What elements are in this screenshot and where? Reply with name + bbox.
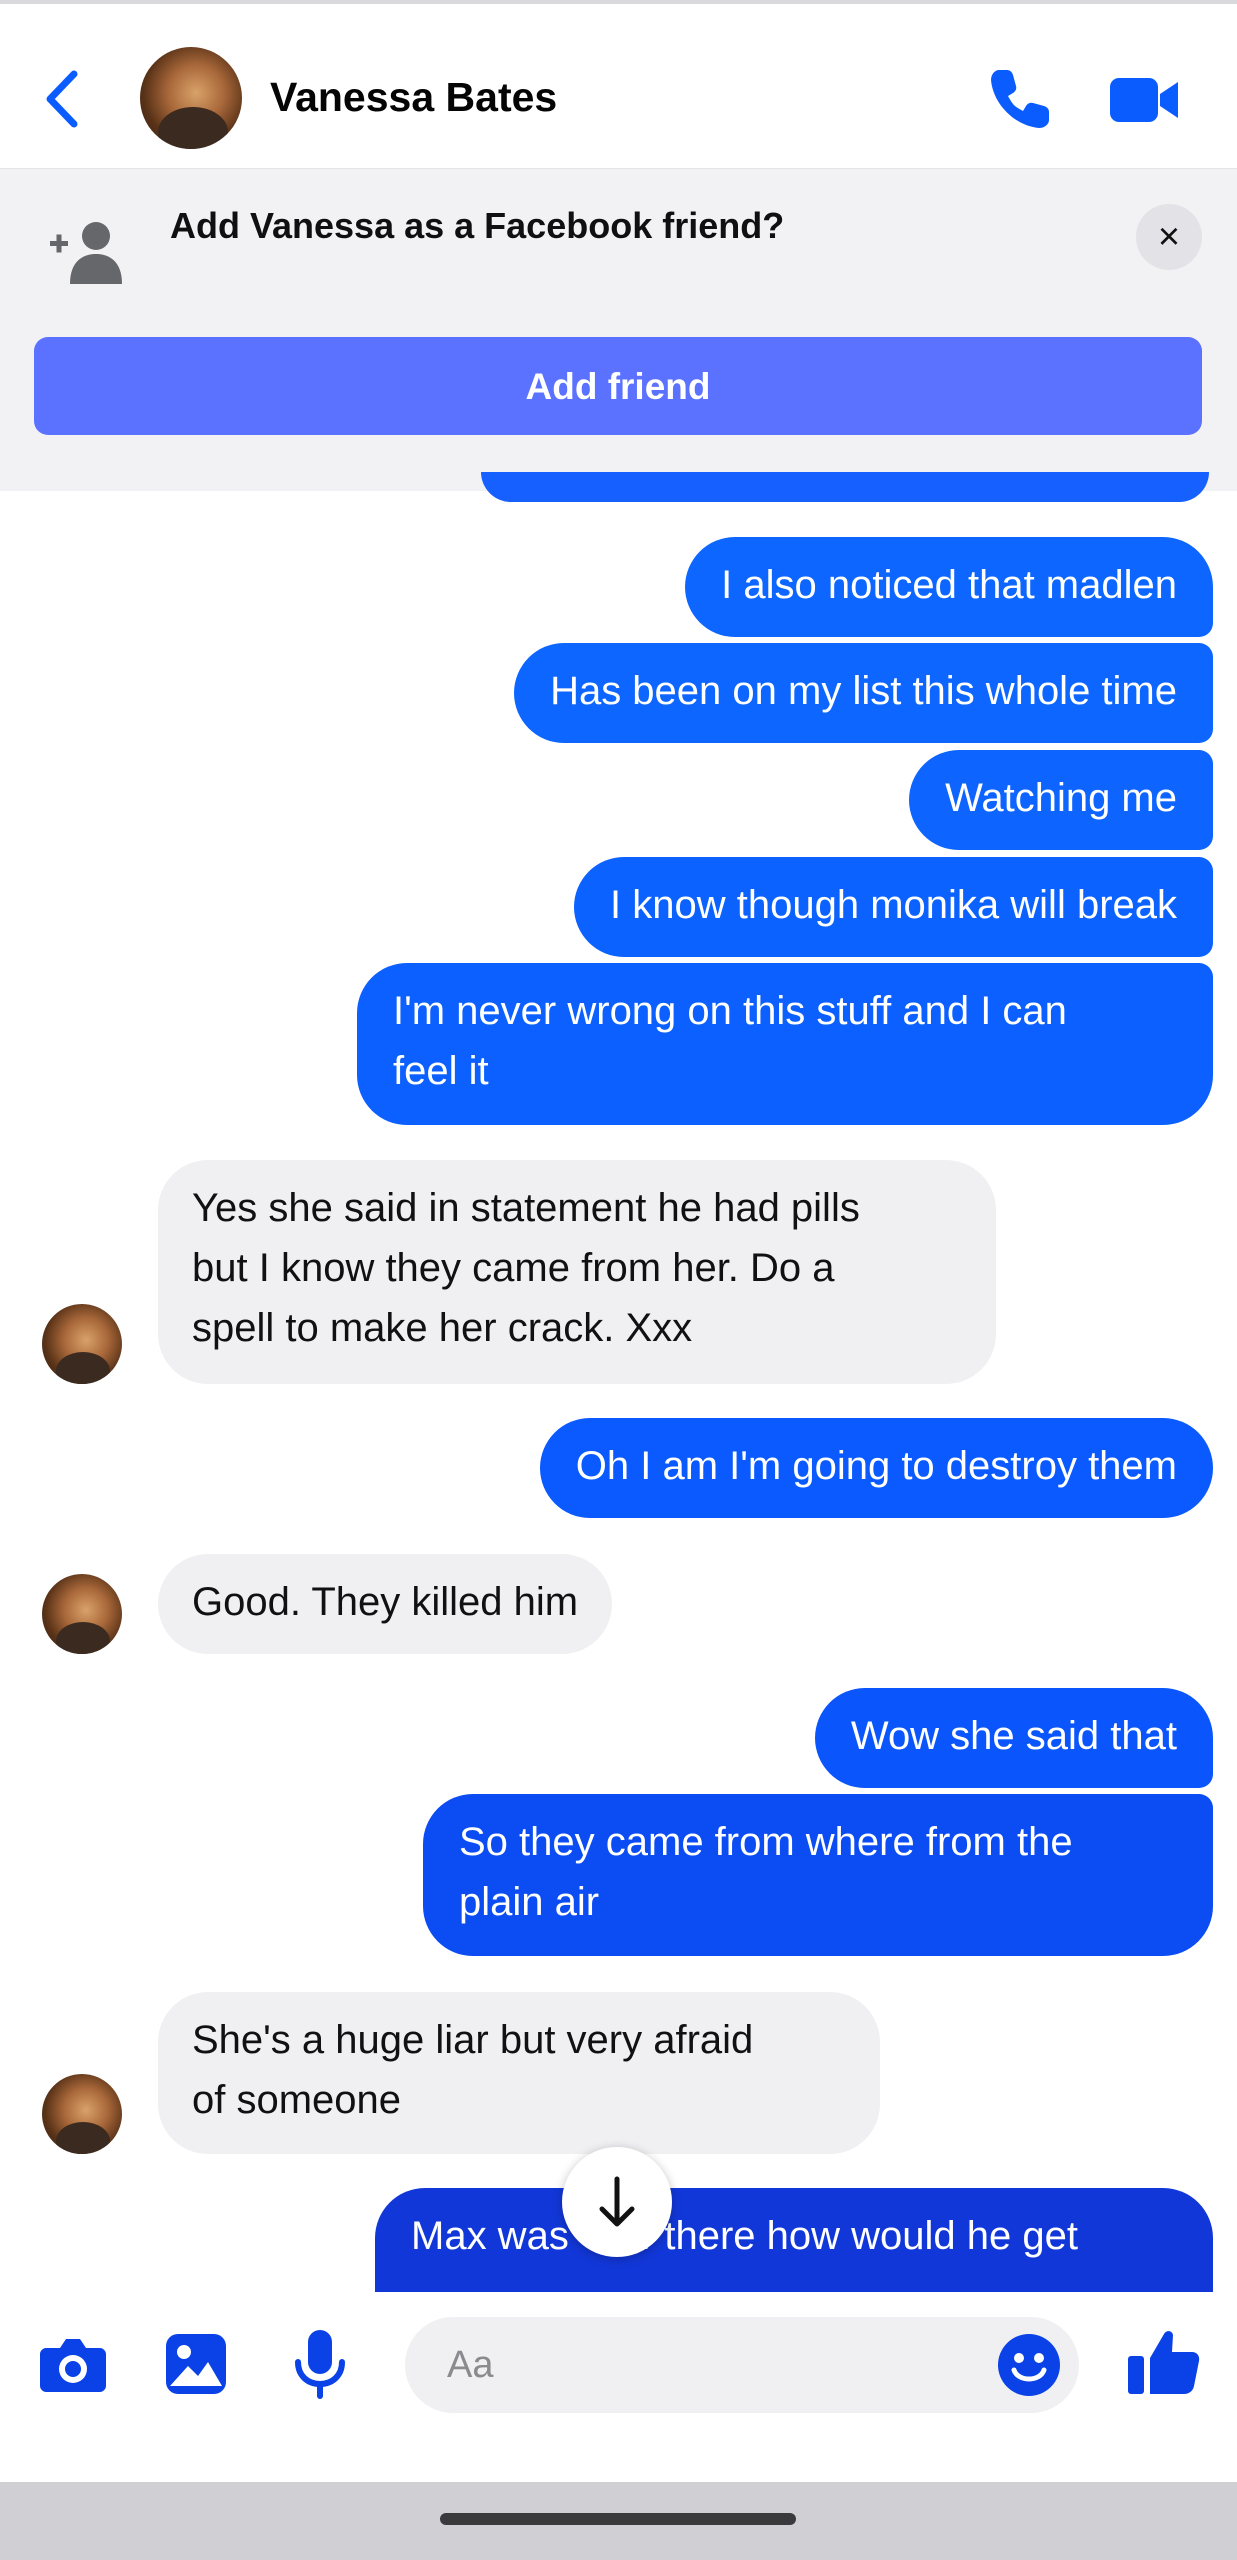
message-line: I'm never wrong on this stuff and I can xyxy=(393,989,1067,1033)
message-input[interactable] xyxy=(405,2317,1079,2413)
incoming-message[interactable]: She's a huge liar but very afraid of som… xyxy=(158,1992,880,2154)
outgoing-message[interactable]: Has been on my list this whole time xyxy=(514,643,1213,743)
outgoing-message[interactable]: I'm never wrong on this stuff and I can … xyxy=(357,963,1213,1125)
message-line: feel it xyxy=(393,1049,489,1093)
photo-icon[interactable] xyxy=(164,2332,228,2396)
back-chevron-icon[interactable] xyxy=(38,64,88,134)
add-person-icon xyxy=(50,222,122,284)
contact-avatar[interactable] xyxy=(42,1304,122,1384)
outgoing-message[interactable]: Wow she said that xyxy=(814,1688,1213,1788)
phone-icon[interactable] xyxy=(985,64,1055,134)
message-line: She's a huge liar but very afraid xyxy=(192,2018,754,2062)
thumbs-up-icon[interactable] xyxy=(1126,2326,1200,2396)
add-friend-button[interactable]: Add friend xyxy=(34,337,1202,435)
contact-avatar[interactable] xyxy=(140,47,242,149)
emoji-icon[interactable] xyxy=(996,2332,1062,2398)
contact-avatar[interactable] xyxy=(42,2074,122,2154)
incoming-message[interactable]: Yes she said in statement he had pills b… xyxy=(158,1160,996,1384)
contact-name[interactable]: Vanessa Bates xyxy=(270,74,557,121)
outgoing-message[interactable]: I also noticed that madlen xyxy=(685,537,1213,637)
outgoing-message[interactable]: I know though monika will break xyxy=(574,857,1213,957)
conversation-header: Vanessa Bates xyxy=(0,4,1237,168)
video-camera-icon[interactable] xyxy=(1108,70,1180,130)
contact-avatar[interactable] xyxy=(42,1574,122,1654)
message-line: of someone xyxy=(192,2078,402,2122)
outgoing-message[interactable]: Max was w there how would he get xyxy=(375,2188,1213,2292)
outgoing-message[interactable]: Watching me xyxy=(909,750,1213,850)
message-line: spell to make her crack. Xxx xyxy=(192,1306,693,1350)
message-line: but I know they came from her. Do a xyxy=(192,1246,835,1290)
microphone-icon[interactable] xyxy=(290,2328,350,2400)
arrow-down-icon xyxy=(599,2176,635,2227)
incoming-message[interactable]: Good. They killed him xyxy=(158,1554,613,1654)
message-line: plain air xyxy=(459,1880,600,1924)
friend-prompt-text: Add Vanessa as a Facebook friend? xyxy=(170,205,785,246)
message-line: So they came from where from the xyxy=(459,1820,1073,1864)
scroll-to-bottom-button[interactable] xyxy=(562,2147,672,2257)
camera-icon[interactable] xyxy=(38,2334,108,2394)
close-icon[interactable]: × xyxy=(1136,204,1202,270)
home-indicator[interactable] xyxy=(440,2513,796,2525)
message-line: Yes she said in statement he had pills xyxy=(192,1186,860,1230)
outgoing-message[interactable]: So they came from where from the plain a… xyxy=(423,1794,1213,1956)
outgoing-message[interactable]: Oh I am I'm going to destroy them xyxy=(539,1418,1213,1518)
message-bubble-partial xyxy=(481,472,1209,502)
